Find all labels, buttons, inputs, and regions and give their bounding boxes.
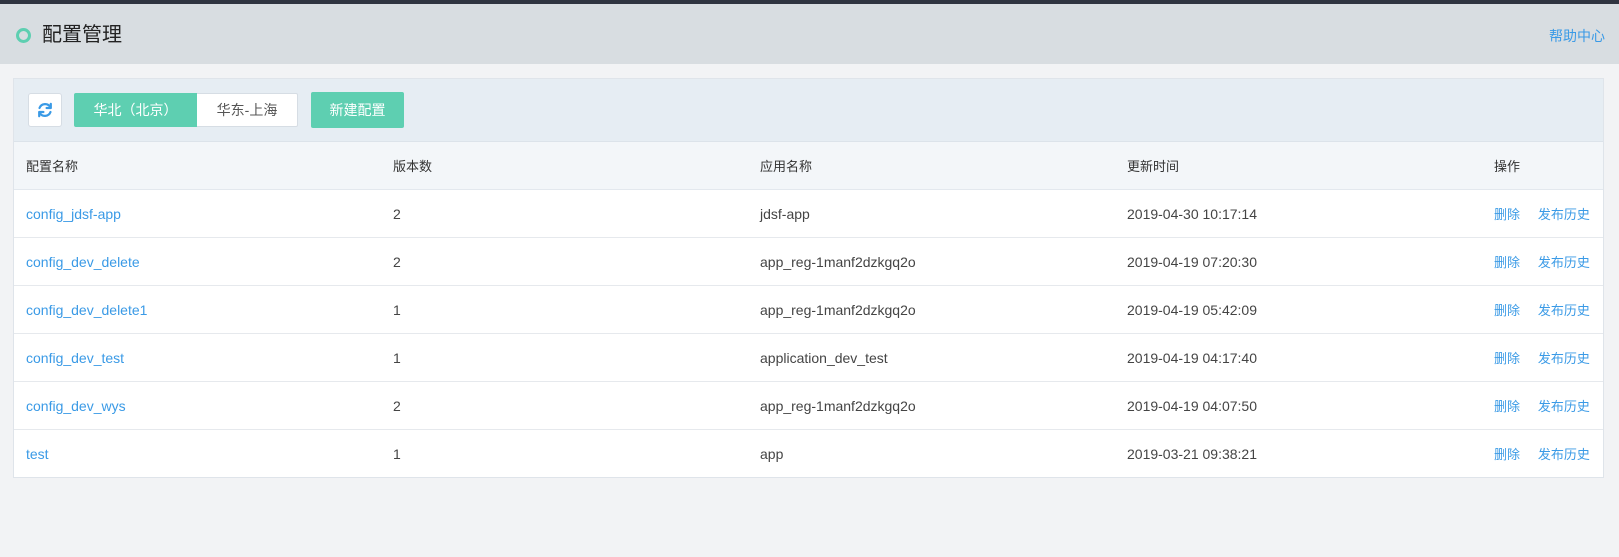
region-north-beijing[interactable]: 华北（北京）	[74, 93, 197, 127]
config-name-link[interactable]: config_dev_delete	[26, 254, 140, 270]
page-header: 配置管理 帮助中心	[0, 4, 1619, 64]
col-version-count: 版本数	[381, 142, 748, 190]
table-row: config_dev_delete 2 app_reg-1manf2dzkgq2…	[14, 237, 1603, 286]
region-switcher: 华北（北京） 华东-上海	[74, 93, 298, 127]
version-count: 2	[381, 237, 748, 286]
row-actions: 删除 发布历史	[1482, 285, 1603, 334]
publish-history-link[interactable]: 发布历史	[1538, 351, 1590, 366]
table-row: test 1 app 2019-03-21 09:38:21 删除 发布历史	[14, 430, 1603, 478]
delete-link[interactable]: 删除	[1494, 399, 1520, 414]
col-updated-time: 更新时间	[1115, 142, 1482, 190]
toolbar: 华北（北京） 华东-上海 新建配置	[14, 79, 1603, 142]
config-name-link[interactable]: test	[26, 446, 49, 462]
updated-time: 2019-04-19 04:07:50	[1115, 381, 1482, 430]
app-name: application_dev_test	[748, 333, 1115, 382]
updated-time: 2019-04-19 05:42:09	[1115, 285, 1482, 334]
row-actions: 删除 发布历史	[1482, 381, 1603, 430]
version-count: 2	[381, 381, 748, 430]
table-row: config_dev_delete1 1 app_reg-1manf2dzkgq…	[14, 285, 1603, 334]
row-actions: 删除 发布历史	[1482, 333, 1603, 382]
row-actions: 删除 发布历史	[1482, 237, 1603, 286]
app-name: app	[760, 445, 784, 462]
config-name-link[interactable]: config_dev_delete1	[26, 302, 147, 318]
publish-history-link[interactable]: 发布历史	[1538, 447, 1590, 462]
refresh-button[interactable]	[28, 93, 62, 127]
table-header-row: 配置名称 版本数 应用名称 更新时间 操作	[14, 142, 1603, 190]
table-row: config_dev_test 1 application_dev_test 2…	[14, 333, 1603, 382]
delete-link[interactable]: 删除	[1494, 255, 1520, 270]
config-panel: 华北（北京） 华东-上海 新建配置 配置名称 版本数 应用名称 更新时间 操作 …	[13, 78, 1604, 478]
updated-time: 2019-03-21 09:38:21	[1127, 445, 1257, 462]
publish-history-link[interactable]: 发布历史	[1538, 303, 1590, 318]
delete-link[interactable]: 删除	[1494, 351, 1520, 366]
table-row: config_jdsf-app 2 jdsf-app 2019-04-30 10…	[14, 189, 1603, 238]
circle-icon	[16, 28, 31, 43]
app-name: app_reg-1manf2dzkgq2o	[748, 381, 1115, 430]
version-count: 2	[381, 189, 748, 238]
updated-time: 2019-04-19 04:17:40	[1115, 333, 1482, 382]
delete-link[interactable]: 删除	[1494, 303, 1520, 318]
col-config-name: 配置名称	[14, 142, 381, 190]
refresh-icon	[38, 102, 52, 118]
delete-link[interactable]: 删除	[1494, 447, 1520, 462]
version-count: 1	[381, 285, 748, 334]
col-app-name: 应用名称	[748, 142, 1115, 190]
row-actions: 删除 发布历史	[1482, 430, 1603, 478]
publish-history-link[interactable]: 发布历史	[1538, 207, 1590, 222]
config-name-link[interactable]: config_jdsf-app	[26, 206, 121, 222]
app-name: jdsf-app	[748, 189, 1115, 238]
row-actions: 删除 发布历史	[1482, 189, 1603, 238]
config-name-link[interactable]: config_dev_wys	[26, 398, 126, 414]
updated-time: 2019-04-30 10:17:14	[1115, 189, 1482, 238]
updated-time: 2019-04-19 07:20:30	[1115, 237, 1482, 286]
config-table: 配置名称 版本数 应用名称 更新时间 操作 config_jdsf-app 2 …	[14, 142, 1603, 477]
table-row: config_dev_wys 2 app_reg-1manf2dzkgq2o 2…	[14, 381, 1603, 430]
publish-history-link[interactable]: 发布历史	[1538, 255, 1590, 270]
col-actions: 操作	[1482, 142, 1603, 190]
delete-link[interactable]: 删除	[1494, 207, 1520, 222]
version-count: 1	[393, 445, 401, 462]
publish-history-link[interactable]: 发布历史	[1538, 399, 1590, 414]
config-name-link[interactable]: config_dev_test	[26, 350, 124, 366]
new-config-button[interactable]: 新建配置	[311, 92, 404, 128]
app-name: app_reg-1manf2dzkgq2o	[748, 285, 1115, 334]
page-title: 配置管理	[42, 24, 122, 46]
version-count: 1	[381, 333, 748, 382]
app-name: app_reg-1manf2dzkgq2o	[748, 237, 1115, 286]
region-east-shanghai[interactable]: 华东-上海	[197, 93, 298, 127]
help-center-link[interactable]: 帮助中心	[1549, 26, 1605, 46]
